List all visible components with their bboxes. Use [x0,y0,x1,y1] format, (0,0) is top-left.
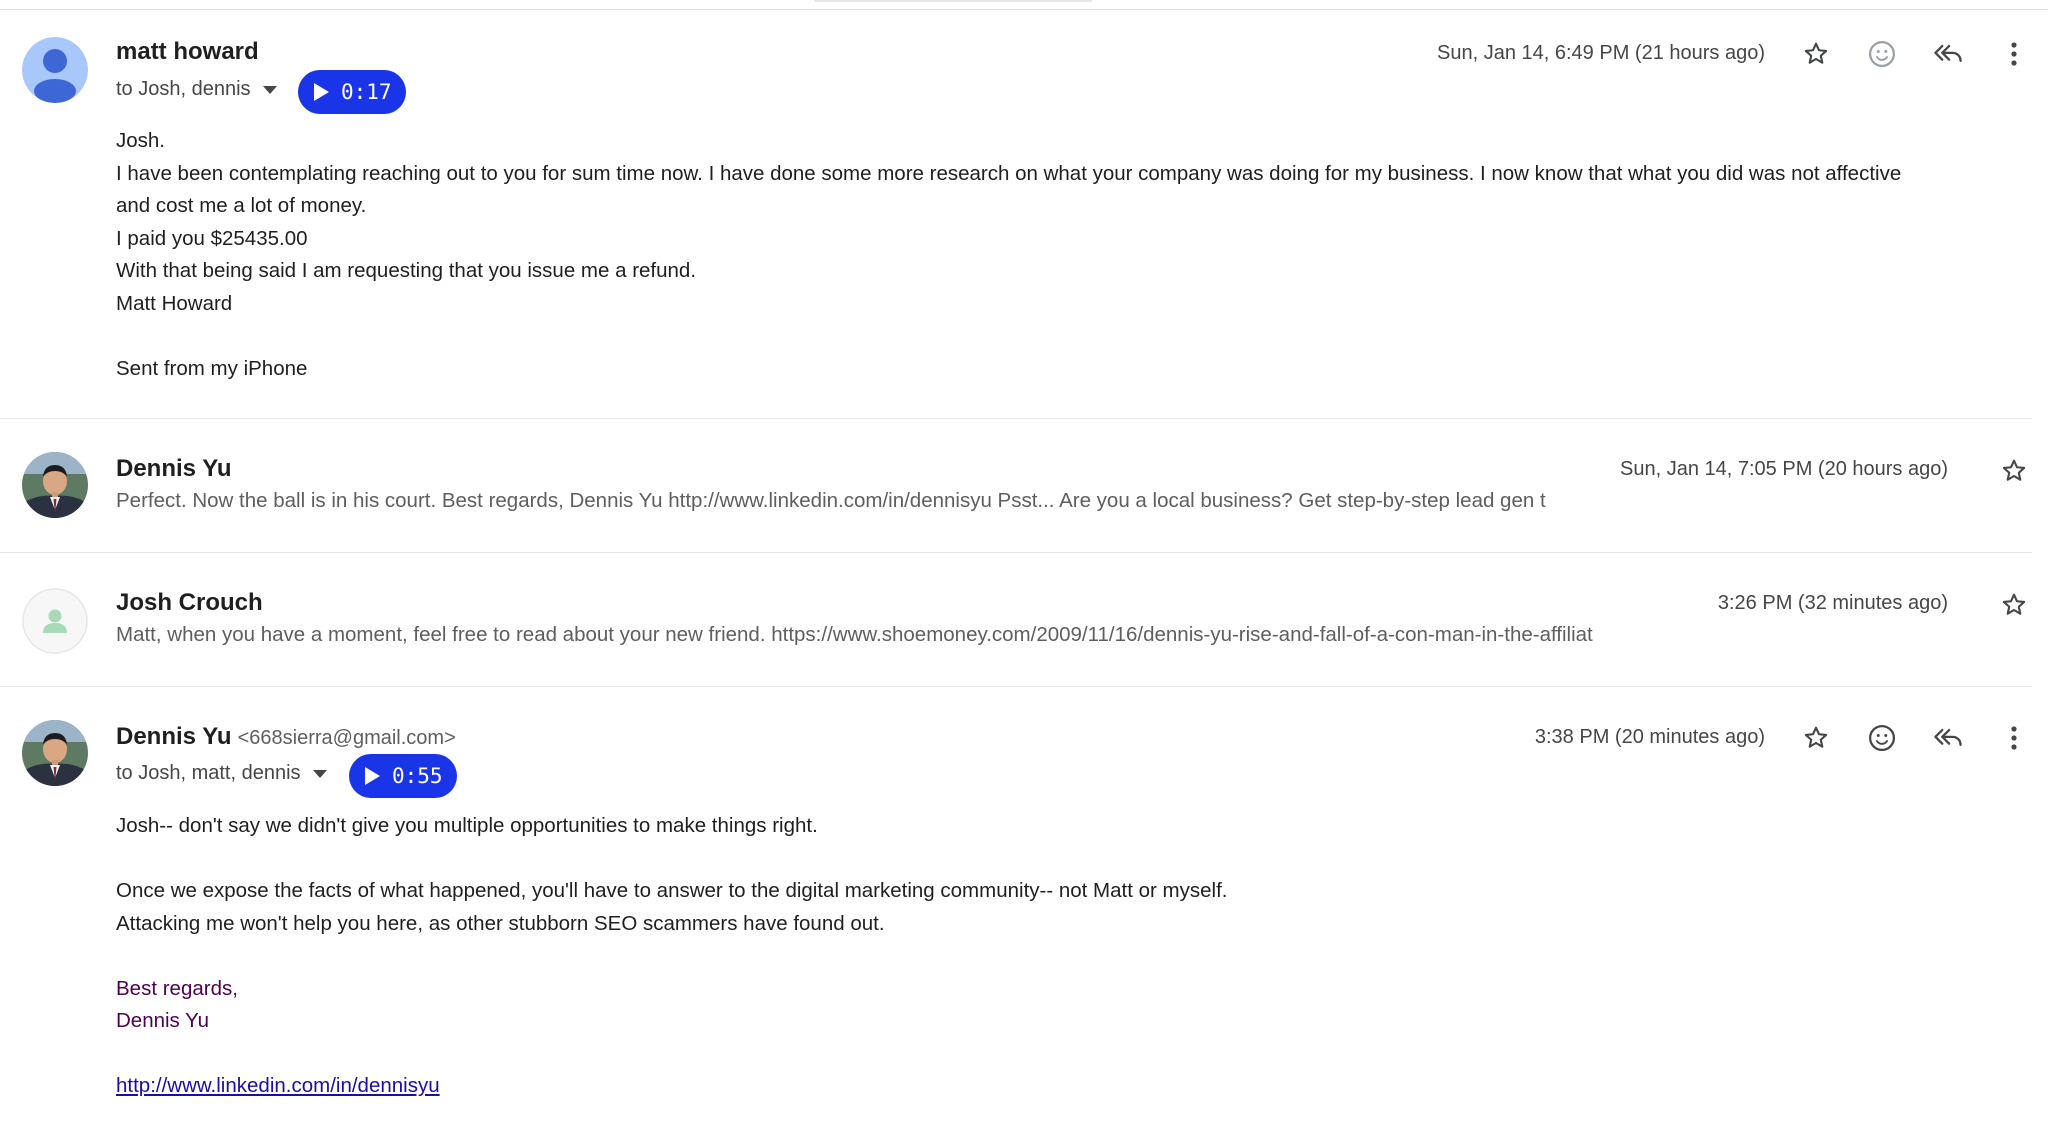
profile-photo [22,452,88,518]
person-icon [22,588,88,654]
body-line: Sent from my iPhone [116,356,308,380]
body-spacer [116,940,2016,973]
avatar-dennis-yu[interactable] [22,720,88,786]
recipients-label: to Josh, matt, dennis [116,762,301,784]
message-snippet[interactable]: Perfect. Now the ball is in his court. B… [116,489,1620,513]
emoji-reaction-button[interactable] [1862,718,1902,758]
signature-line: Dennis Yu [116,1009,210,1032]
more-vert-icon [2011,42,2017,66]
body-spacer [116,843,2016,876]
more-vert-icon [2011,726,2017,750]
scroll-handle [814,0,1092,2]
more-options-button[interactable] [1994,34,2034,74]
sender-name[interactable]: Dennis Yu <668sierra@gmail.com> [116,723,456,751]
body-spacer [116,1038,2016,1071]
top-divider [0,0,2048,10]
avatar-matt-howard[interactable] [22,37,88,103]
star-icon [1804,726,1828,748]
more-options-button[interactable] [1994,718,2034,758]
message-snippet[interactable]: Matt, when you have a moment, feel free … [116,623,1672,647]
recipients-dropdown[interactable]: to Josh, matt, dennis [116,762,327,785]
body-spacer [116,320,2016,353]
sender-name[interactable]: Dennis Yu [116,455,232,483]
star-button[interactable] [1796,718,1836,758]
emoji-reaction-icon [1869,41,1895,67]
body-line: and cost me a lot of money. [116,194,367,217]
reply-all-icon [1934,728,1962,746]
recipients-dropdown[interactable]: to Josh, dennis [116,78,277,101]
body-line: Josh. [116,129,165,152]
play-icon [314,83,329,101]
star-icon [2002,593,2026,615]
signature-line: Best regards, [116,976,238,1000]
message-date: 3:38 PM (20 minutes ago) [1534,726,1765,748]
message-body: Josh. I have been contemplating reaching… [116,125,2016,385]
message-body: Josh-- don't say we didn't give you mult… [116,810,2016,1103]
star-button[interactable] [1994,585,2034,625]
message-date: Sun, Jan 14, 6:49 PM (21 hours ago) [1437,42,1765,64]
recipients-label: to Josh, dennis [116,78,251,100]
message-divider [0,552,2032,553]
sender-name[interactable]: matt howard [116,38,259,66]
star-button[interactable] [1994,451,2034,491]
sender-email: <668sierra@gmail.com> [237,727,456,749]
audio-play-button[interactable]: 0:17 [298,70,406,114]
reply-all-icon [1934,44,1962,62]
body-line: Matt Howard [116,291,233,315]
audio-duration: 0:17 [341,80,392,104]
play-icon [365,767,380,785]
person-icon [22,37,88,103]
audio-play-button[interactable]: 0:55 [349,754,457,798]
body-line: With that being said I am requesting tha… [116,259,697,282]
star-button[interactable] [1796,34,1836,74]
message-date: 3:26 PM (32 minutes ago) [1717,592,1948,614]
star-icon [1804,42,1828,64]
sender-display-name: Dennis Yu [116,723,232,750]
emoji-reaction-button[interactable] [1862,34,1902,74]
reply-all-button[interactable] [1928,34,1968,74]
emoji-reaction-icon [1869,725,1895,751]
message-date: Sun, Jan 14, 7:05 PM (20 hours ago) [1620,458,1948,480]
avatar-josh-crouch[interactable] [22,588,88,654]
body-line: Attacking me won't help you here, as oth… [116,911,885,935]
profile-photo [22,720,88,786]
star-icon [2002,459,2026,481]
reply-all-button[interactable] [1928,718,1968,758]
body-line: Josh-- don't say we didn't give you mult… [116,814,818,837]
sender-name[interactable]: Josh Crouch [116,589,263,617]
message-divider [0,686,2032,687]
body-line: Once we expose the facts of what happene… [116,879,1228,902]
message-divider [0,418,2032,419]
audio-duration: 0:55 [392,764,443,788]
body-line: I paid you $25435.00 [116,226,308,250]
avatar-dennis-yu[interactable] [22,452,88,518]
chevron-down-icon [312,769,327,778]
linkedin-link[interactable]: http://www.linkedin.com/in/dennisyu [116,1074,440,1097]
body-line: I have been contemplating reaching out t… [116,161,1902,185]
chevron-down-icon [262,85,277,94]
